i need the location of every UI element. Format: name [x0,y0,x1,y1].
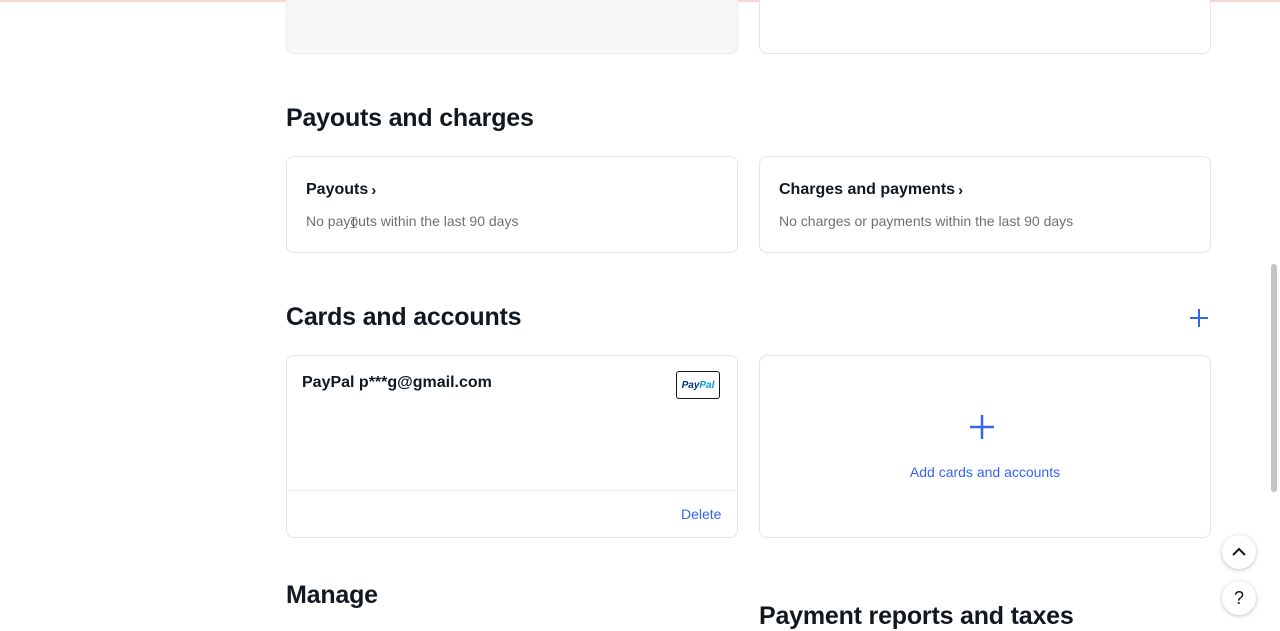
payouts-card: Payouts › No payouts within the last 90 … [286,156,738,253]
delete-button[interactable]: Delete [681,506,721,522]
paypal-account-label: PayPal p***g@gmail.com [302,374,492,391]
card-divider [287,490,737,491]
help-button[interactable]: ? [1222,581,1256,615]
chevron-up-icon [1232,547,1246,556]
add-cards-and-accounts-link[interactable]: Add cards and accounts [760,464,1210,480]
add-account-plus-icon[interactable] [1188,307,1210,329]
payouts-link[interactable]: Payouts › [306,181,376,199]
previous-card-left [286,0,738,54]
manage-heading: Manage [286,581,378,609]
chevron-right-icon: › [371,181,377,199]
text-cursor-icon: 𝙸 [348,215,360,232]
charges-and-payments-link[interactable]: Charges and payments › [779,181,963,199]
scroll-to-top-button[interactable] [1222,535,1256,569]
payment-reports-heading: Payment reports and taxes [759,602,1074,630]
add-cards-card[interactable]: Add cards and accounts [759,355,1211,538]
previous-card-right [759,0,1211,54]
charges-card: Charges and payments › No charges or pay… [759,156,1211,253]
scrollbar-thumb[interactable] [1271,264,1277,492]
paypal-account-card: PayPal p***g@gmail.com Pay Pal Delete [286,355,738,538]
help-label: ? [1233,587,1244,608]
charges-description: No charges or payments within the last 9… [779,213,1074,229]
paypal-logo: Pay Pal [676,371,720,399]
payouts-title: Payouts [306,181,369,198]
charges-title: Charges and payments [779,181,956,198]
payouts-and-charges-heading: Payouts and charges [286,104,534,132]
plus-icon [970,415,994,439]
chevron-right-icon: › [958,181,964,199]
cards-and-accounts-heading: Cards and accounts [286,303,522,331]
payouts-description: No payouts within the last 90 days [306,213,519,229]
